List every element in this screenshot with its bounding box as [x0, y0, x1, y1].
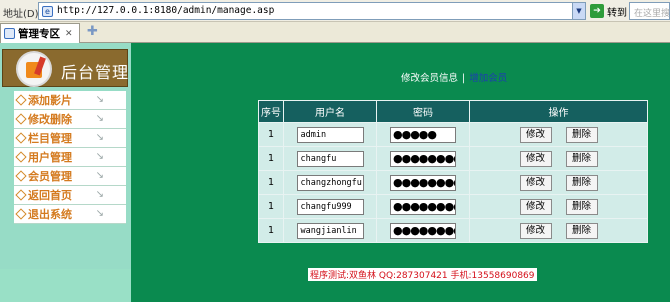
url-text: http://127.0.0.1:8180/admin/manage.asp	[57, 5, 275, 16]
tab-page-icon	[4, 28, 15, 39]
header-username: 用户名	[283, 100, 377, 123]
password-field[interactable]: ●●●●●●●●●	[390, 198, 456, 215]
row-number: 1	[258, 194, 284, 219]
edit-button[interactable]: 修改	[519, 222, 552, 239]
address-label: 地址(D)	[3, 9, 39, 20]
sidebar-item-add-movie[interactable]: 添加影片 ↘	[14, 91, 126, 110]
add-member-link[interactable]: 增加会员	[469, 73, 507, 84]
arrow-icon: ↘	[95, 94, 104, 105]
edit-button[interactable]: 修改	[519, 126, 552, 143]
edit-button[interactable]: 修改	[519, 150, 552, 167]
go-label: 转到	[607, 7, 627, 19]
sidebar-item-label: 栏目管理	[28, 132, 72, 145]
header-password: 密码	[376, 100, 470, 123]
page-favicon-icon: e	[42, 6, 53, 17]
tab-title: 管理专区	[18, 28, 60, 40]
table-row: 1 changzhongfu ●●●●●●●●● 修改删除	[258, 170, 648, 195]
delete-button[interactable]: 删除	[565, 174, 598, 191]
password-field[interactable]: ●●●●●●●●●	[390, 150, 456, 167]
search-input[interactable]: 在这里搜	[629, 2, 670, 20]
tab-bar: 管理专区 ✕ ✚	[0, 22, 670, 43]
delete-button[interactable]: 删除	[565, 126, 598, 143]
footer-note: 程序测试:双鱼林 QQ:287307421 手机:13558690869	[308, 268, 537, 281]
arrow-icon: ↘	[95, 132, 104, 143]
arrow-icon: ↘	[95, 113, 104, 124]
diamond-icon	[15, 94, 27, 106]
delete-button[interactable]: 删除	[565, 150, 598, 167]
sidebar-header: 后台管理	[2, 49, 128, 87]
edit-button[interactable]: 修改	[519, 198, 552, 215]
diamond-icon	[15, 189, 27, 201]
edit-button[interactable]: 修改	[519, 174, 552, 191]
sidebar-item-logout[interactable]: 退出系统 ↘	[14, 205, 126, 224]
sidebar-item-category[interactable]: 栏目管理 ↘	[14, 129, 126, 148]
row-number: 1	[258, 146, 284, 171]
url-input[interactable]: e http://127.0.0.1:8180/admin/manage.asp…	[38, 2, 586, 20]
chevron-down-icon[interactable]: ▼	[572, 3, 585, 19]
table-row: 1 changfu999 ●●●●●●●●● 修改删除	[258, 194, 648, 219]
diamond-icon	[15, 113, 27, 125]
row-number: 1	[258, 170, 284, 195]
delete-button[interactable]: 删除	[565, 198, 598, 215]
arrow-icon: ↘	[95, 170, 104, 181]
arrow-icon: ↘	[95, 208, 104, 219]
tab-admin[interactable]: 管理专区 ✕	[0, 23, 80, 43]
table-row: 1 wangjianlin ●●●●●●●●● 修改删除	[258, 218, 648, 243]
username-field[interactable]: changzhongfu	[296, 174, 364, 191]
go-arrow-icon: ➔	[590, 4, 604, 18]
row-number: 1	[258, 122, 284, 147]
sidebar-item-edit-delete[interactable]: 修改删除 ↘	[14, 110, 126, 129]
row-number: 1	[258, 218, 284, 243]
password-field[interactable]: ●●●●●●●●●	[390, 174, 456, 191]
sidebar-item-label: 退出系统	[28, 208, 72, 221]
diamond-icon	[15, 132, 27, 144]
header-number: 序号	[258, 100, 284, 123]
sidebar-menu: 添加影片 ↘ 修改删除 ↘ 栏目管理 ↘ 用户管理 ↘ 会员管理 ↘ 返回首页 ↘ 退出系统…	[14, 91, 126, 224]
sidebar-title: 后台管理	[61, 63, 130, 82]
sidebar-item-label: 会员管理	[28, 170, 72, 183]
main-content: 修改会员信息 | 增加会员 序号 用户名 密码 操作 1 admin ●●●●● 修…	[131, 43, 670, 302]
search-placeholder: 在这里搜	[634, 9, 670, 19]
table-row: 1 admin ●●●●● 修改 删除	[258, 122, 648, 147]
link-separator: |	[462, 73, 466, 84]
sidebar-item-label: 用户管理	[28, 151, 72, 164]
sidebar-item-label: 添加影片	[28, 94, 72, 107]
table-header-row: 序号 用户名 密码 操作	[258, 100, 648, 123]
sidebar-footer	[0, 269, 131, 302]
username-field[interactable]: wangjianlin	[296, 222, 364, 239]
username-field[interactable]: admin	[296, 126, 364, 143]
username-field[interactable]: changfu	[296, 150, 364, 167]
sidebar-item-label: 返回首页	[28, 189, 72, 202]
member-table: 序号 用户名 密码 操作 1 admin ●●●●● 修改 删除 1 changf…	[258, 100, 648, 243]
diamond-icon	[15, 170, 27, 182]
close-icon[interactable]: ✕	[65, 29, 73, 39]
sidebar-item-home[interactable]: 返回首页 ↘	[14, 186, 126, 205]
username-field[interactable]: changfu999	[296, 198, 364, 215]
header-actions: 操作	[469, 100, 648, 123]
arrow-icon: ↘	[95, 189, 104, 200]
diamond-icon	[15, 151, 27, 163]
sidebar-item-label: 修改删除	[28, 113, 72, 126]
bag-logo-icon	[16, 51, 52, 87]
address-bar: 地址(D) e http://127.0.0.1:8180/admin/mana…	[0, 0, 670, 22]
password-field[interactable]: ●●●●●	[390, 126, 456, 143]
sidebar-item-members[interactable]: 会员管理 ↘	[14, 167, 126, 186]
member-links: 修改会员信息 | 增加会员	[401, 70, 507, 84]
sidebar: 后台管理 添加影片 ↘ 修改删除 ↘ 栏目管理 ↘ 用户管理 ↘ 会员管理 ↘ 返回首页 ↘…	[0, 43, 131, 302]
new-tab-plus-icon[interactable]: ✚	[85, 25, 100, 39]
arrow-icon: ↘	[95, 151, 104, 162]
edit-member-link[interactable]: 修改会员信息	[401, 73, 458, 84]
sidebar-item-users[interactable]: 用户管理 ↘	[14, 148, 126, 167]
table-row: 1 changfu ●●●●●●●●● 修改删除	[258, 146, 648, 171]
go-button[interactable]: ➔ 转到	[590, 3, 627, 19]
password-field[interactable]: ●●●●●●●●●	[390, 222, 456, 239]
delete-button[interactable]: 删除	[565, 222, 598, 239]
diamond-icon	[15, 208, 27, 220]
